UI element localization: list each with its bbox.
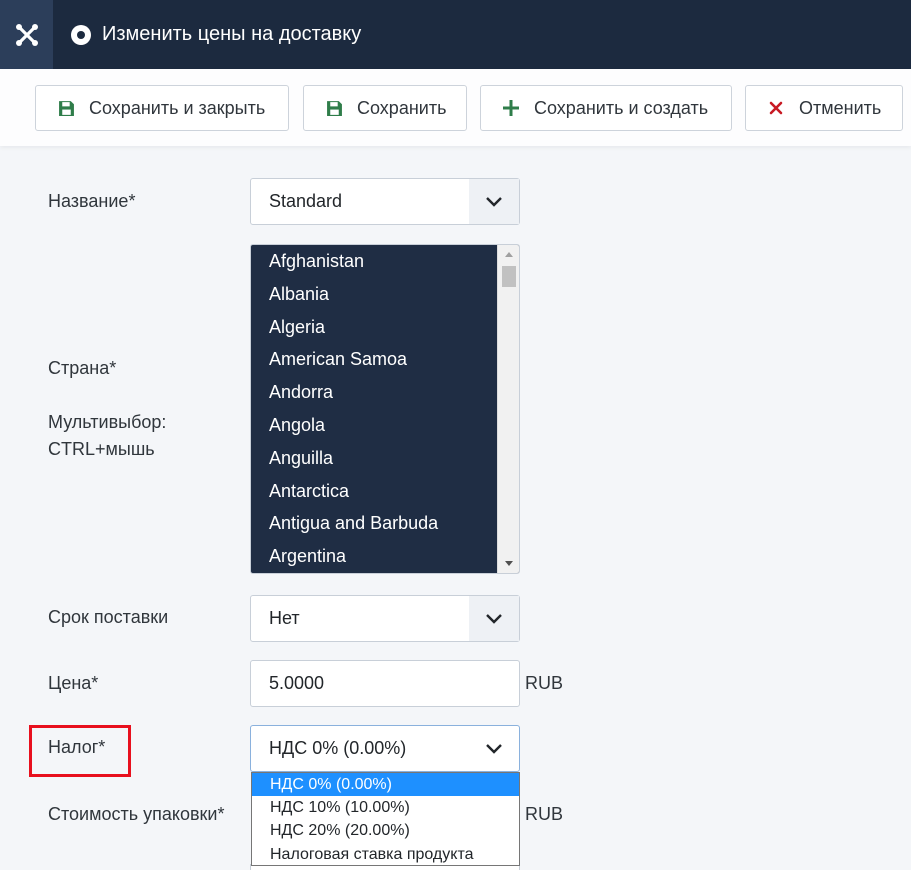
scroll-thumb[interactable] bbox=[502, 266, 516, 287]
save-close-label: Сохранить и закрыть bbox=[89, 97, 266, 118]
tax-select[interactable]: НДС 0% (0.00%) bbox=[250, 725, 520, 772]
save-new-label: Сохранить и создать bbox=[534, 97, 709, 118]
country-option[interactable]: Afghanistan bbox=[251, 245, 480, 278]
save-new-button[interactable]: Сохранить и создать bbox=[480, 85, 732, 131]
cancel-label: Отменить bbox=[799, 97, 882, 118]
floppy-icon bbox=[325, 99, 343, 117]
save-button[interactable]: Сохранить bbox=[303, 85, 467, 131]
country-option[interactable]: Algeria bbox=[251, 311, 480, 344]
name-select-value: Standard bbox=[269, 191, 343, 211]
multiselect-hint-2: CTRL+мышь bbox=[48, 439, 155, 459]
save-close-button[interactable]: Сохранить и закрыть bbox=[35, 85, 289, 131]
record-icon bbox=[71, 24, 91, 45]
close-icon bbox=[767, 99, 785, 117]
country-option[interactable]: Albania bbox=[251, 278, 480, 311]
name-label: Название* bbox=[48, 191, 136, 211]
save-label: Сохранить bbox=[357, 97, 447, 118]
country-option[interactable]: Antarctica bbox=[251, 475, 480, 508]
delivery-select[interactable]: Нет bbox=[250, 595, 520, 642]
chevron-down-icon bbox=[469, 179, 519, 224]
price-input-value: 5.0000 bbox=[269, 673, 325, 693]
price-label: Цена* bbox=[48, 673, 99, 693]
tax-option[interactable]: НДС 10% (10.00%) bbox=[252, 796, 519, 819]
price-currency: RUB bbox=[525, 673, 564, 693]
tax-option[interactable]: Налоговая ставка продукта bbox=[252, 843, 519, 866]
country-option[interactable]: Antigua and Barbuda bbox=[251, 507, 480, 540]
tax-select-value: НДС 0% (0.00%) bbox=[269, 738, 407, 758]
country-option[interactable]: Argentina bbox=[251, 540, 480, 573]
plus-icon bbox=[502, 99, 520, 117]
country-option[interactable]: Andorra bbox=[251, 376, 480, 409]
toolbar: Сохранить и закрыть Сохранить Сохранить … bbox=[0, 69, 911, 146]
scroll-down-icon[interactable] bbox=[505, 561, 513, 566]
tax-option[interactable]: НДС 20% (20.00%) bbox=[252, 819, 519, 842]
scroll-up-icon[interactable] bbox=[505, 252, 513, 257]
floppy-icon bbox=[57, 99, 75, 117]
page-title-text: Изменить цены на доставку bbox=[102, 23, 362, 45]
joomla-logo-icon[interactable] bbox=[0, 0, 53, 69]
cancel-button[interactable]: Отменить bbox=[745, 85, 903, 131]
delivery-label: Срок поставки bbox=[48, 607, 169, 627]
package-currency: RUB bbox=[525, 804, 564, 824]
tax-dropdown-list[interactable]: НДС 0% (0.00%) НДС 10% (10.00%) НДС 20% (2… bbox=[251, 772, 520, 866]
chevron-down-icon bbox=[469, 596, 519, 641]
tax-option[interactable]: НДС 0% (0.00%) bbox=[252, 773, 519, 797]
country-scrollbar[interactable] bbox=[497, 245, 519, 573]
page-title: Изменить цены на доставку bbox=[71, 0, 361, 69]
tax-label: Налог* bbox=[48, 737, 106, 757]
delivery-select-value: Нет bbox=[269, 608, 300, 628]
country-option[interactable]: Angola bbox=[251, 409, 480, 442]
multiselect-hint: Мультивыбор: bbox=[48, 412, 167, 432]
package-label: Стоимость упаковки* bbox=[48, 804, 225, 824]
chevron-down-icon bbox=[469, 726, 519, 771]
country-multiselect[interactable]: Afghanistan Albania Algeria American Samoa A… bbox=[250, 244, 520, 574]
header-bar: Изменить цены на доставку bbox=[0, 0, 911, 69]
country-option[interactable]: American Samoa bbox=[251, 343, 480, 376]
country-option[interactable]: Anguilla bbox=[251, 442, 480, 475]
name-select[interactable]: Standard bbox=[250, 178, 520, 225]
country-options: Afghanistan Albania Algeria American Samoa A… bbox=[251, 245, 480, 573]
price-input[interactable]: 5.0000 bbox=[250, 660, 520, 707]
country-label: Страна* bbox=[48, 358, 117, 378]
